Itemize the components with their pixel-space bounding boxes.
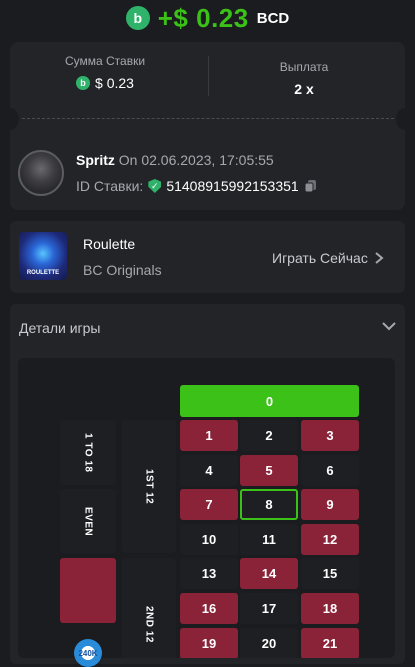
- payout-value: 2 x: [294, 81, 314, 97]
- roulette-board: 0 1 TO 18 EVEN 1ST 12 2ND 12 1 2 3 4 5 6 7 8 9 10…: [18, 358, 395, 658]
- bcd-coin-icon: b: [125, 6, 150, 30]
- number-cell: 6: [301, 454, 359, 486]
- number-cell: 20: [240, 627, 298, 658]
- game-provider: BC Originals: [83, 262, 162, 278]
- chip-240k: 240K: [74, 639, 102, 667]
- user-line: Spritz On 02.06.2023, 17:05:55: [76, 152, 274, 168]
- number-cell: 12: [301, 523, 359, 555]
- number-cell: 4: [180, 454, 238, 486]
- user-card: [10, 130, 405, 210]
- payout-currency: BCD: [256, 9, 290, 27]
- number-cell: 17: [240, 593, 298, 624]
- details-title: Детали игры: [19, 320, 101, 336]
- number-cell: 21: [301, 627, 359, 658]
- number-cell: 18: [301, 593, 359, 624]
- number-cell: 7: [180, 489, 238, 521]
- bet-amount-label: Сумма Ставки: [64, 54, 146, 68]
- bcd-coin-icon: b: [76, 76, 91, 90]
- outside-bet-1-to-18: 1 TO 18: [60, 420, 116, 485]
- chevron-down-icon[interactable]: [381, 318, 397, 334]
- number-cell: 9: [301, 489, 359, 521]
- roulette-thumbnail[interactable]: ROULETTE: [19, 232, 67, 280]
- avatar[interactable]: [18, 150, 64, 196]
- dozen-2nd-12: 2ND 12: [122, 558, 176, 658]
- payout-stat: Выплата 2 x: [209, 60, 399, 97]
- number-cell: 19: [180, 627, 238, 658]
- bet-amount-stat: Сумма Ставки b $ 0.23: [10, 54, 200, 91]
- number-cell: 5: [240, 454, 298, 486]
- number-cell: 16: [180, 593, 238, 624]
- thumbnail-label: ROULETTE: [26, 270, 60, 276]
- copy-icon[interactable]: [304, 179, 318, 193]
- play-now-link[interactable]: Играть Сейчас: [272, 250, 384, 266]
- bet-id-row: ID Ставки: ✓ 51408915992153351: [76, 178, 318, 194]
- username[interactable]: Spritz: [76, 152, 115, 168]
- number-cell: 11: [240, 523, 298, 555]
- number-cell: 2: [240, 420, 298, 451]
- number-cell: 15: [301, 558, 359, 590]
- bet-stats-card: Сумма Ставки b $ 0.23 Выплата 2 x: [10, 42, 405, 130]
- game-title: Roulette: [83, 236, 136, 252]
- number-cell: 8: [240, 489, 298, 521]
- verified-shield-icon: ✓: [148, 179, 162, 193]
- bet-id-value: 51408915992153351: [166, 178, 299, 194]
- play-now-label: Играть Сейчас: [272, 250, 368, 266]
- bet-amount-value: $ 0.23: [95, 75, 134, 91]
- ticket-notch-left: [1, 108, 19, 130]
- payout-header: b +$ 0.23 BCD: [0, 0, 415, 36]
- number-cell: 3: [301, 420, 359, 451]
- ticket-notch-right: [396, 108, 414, 130]
- number-cell: 13: [180, 558, 238, 590]
- bet-date: On 02.06.2023, 17:05:55: [118, 152, 274, 168]
- dashed-divider: [22, 118, 394, 119]
- outside-bet-red: [60, 558, 116, 623]
- bet-id-label: ID Ставки:: [76, 178, 144, 194]
- payout-amount: +$ 0.23: [157, 2, 249, 33]
- outside-bet-even: EVEN: [60, 489, 116, 554]
- payout-label: Выплата: [279, 60, 329, 74]
- chevron-right-icon: [375, 252, 384, 264]
- number-cell: 1: [180, 420, 238, 451]
- number-cell: 14: [240, 558, 298, 590]
- number-cell: 10: [180, 523, 238, 555]
- dozen-1st-12: 1ST 12: [122, 420, 176, 553]
- number-zero: 0: [180, 385, 359, 417]
